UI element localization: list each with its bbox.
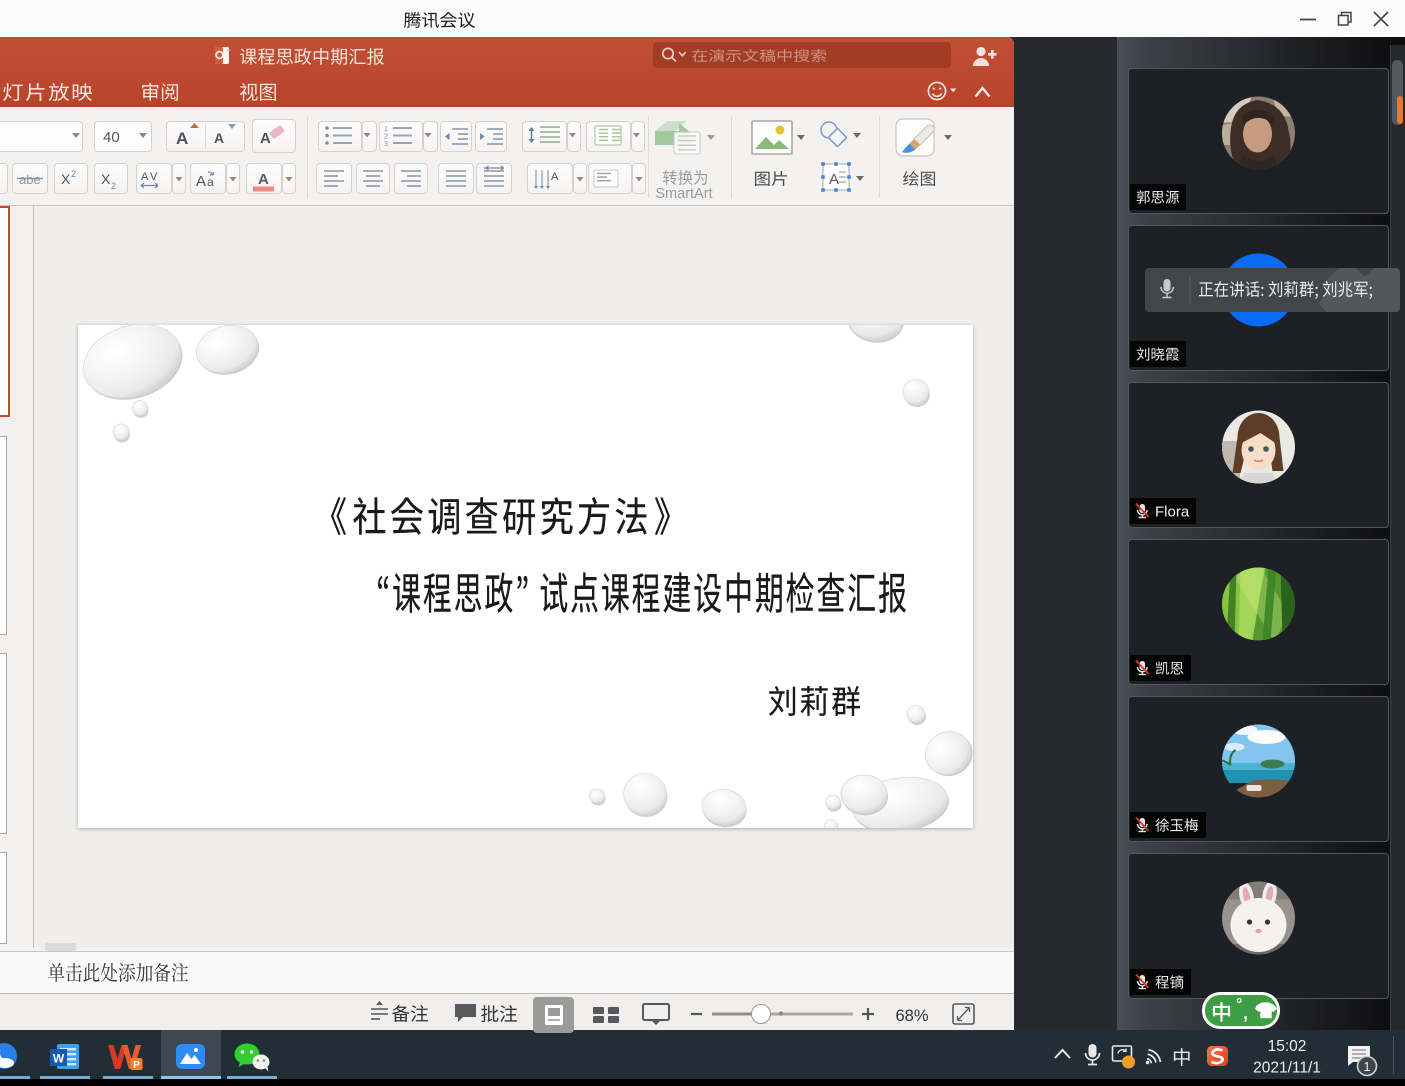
svg-text:2: 2 — [111, 181, 116, 191]
svg-text:V: V — [150, 171, 158, 183]
svg-text:15:02: 15:02 — [1268, 1038, 1307, 1055]
svg-text:68%: 68% — [895, 1007, 928, 1025]
svg-text:2: 2 — [384, 134, 388, 141]
svg-text:A: A — [196, 173, 206, 190]
svg-text:X: X — [101, 171, 111, 187]
svg-text:P: P — [133, 1060, 140, 1071]
svg-text:A: A — [551, 171, 559, 183]
svg-text:2021/11/1: 2021/11/1 — [1253, 1060, 1321, 1077]
svg-text:Flora: Flora — [1155, 504, 1190, 521]
svg-text:°: ° — [1236, 996, 1242, 1013]
svg-text:W: W — [53, 1052, 65, 1066]
svg-text:abe: abe — [19, 172, 41, 187]
svg-text:,: , — [1243, 1003, 1248, 1023]
svg-text:X: X — [61, 171, 71, 187]
svg-text:3: 3 — [384, 141, 388, 148]
svg-text:A: A — [141, 171, 149, 183]
svg-text:a: a — [207, 175, 214, 189]
svg-text:SmartArt: SmartArt — [655, 186, 712, 202]
svg-text:A: A — [260, 130, 271, 147]
svg-text:1: 1 — [384, 126, 388, 133]
svg-text:A: A — [829, 171, 839, 188]
svg-text:A: A — [214, 130, 224, 146]
svg-text:A: A — [176, 129, 188, 148]
svg-text:40: 40 — [103, 129, 120, 146]
svg-text:1: 1 — [1364, 1060, 1371, 1074]
svg-text:2: 2 — [71, 169, 76, 179]
svg-text:A: A — [258, 171, 269, 188]
